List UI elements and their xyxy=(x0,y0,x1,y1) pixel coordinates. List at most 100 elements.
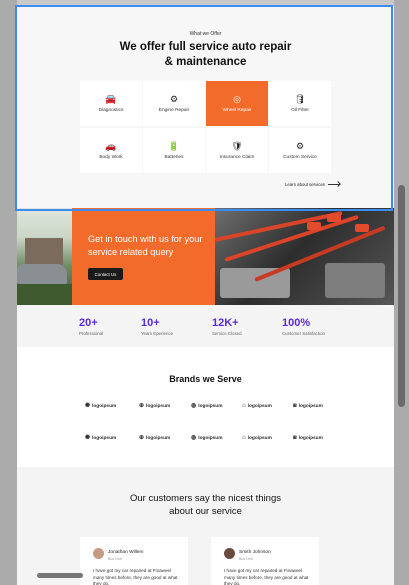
stat-professional: 20+ Professional xyxy=(79,317,103,336)
stat-satisfaction: 100% Customer Satisfaction xyxy=(282,317,325,336)
brand-logo: ◍ logoipsum xyxy=(191,403,223,409)
arrow-right-icon xyxy=(327,184,340,185)
services-grid: 🚘 Diagnostics ⚙ Engine Repair ◎ Wheel Re… xyxy=(80,81,332,174)
brand-logo-text: logoipsum xyxy=(247,403,272,409)
stat-caption: Years Eperience xyxy=(141,331,174,336)
contact-card: Get in touch with us for your service re… xyxy=(72,208,215,305)
service-card-engine-repair[interactable]: ⚙ Engine Repair xyxy=(143,81,205,126)
brand-logo-text: logoipsum xyxy=(198,435,223,441)
stat-experience: 10+ Years Eperience xyxy=(141,317,173,336)
section-title: We offer full service auto repair & main… xyxy=(17,40,394,69)
stats-section: 20+ Professional 10+ Years Eperience 12K… xyxy=(17,305,394,347)
shield-icon: 🛡 xyxy=(231,141,243,151)
car-body-icon: 🚗 xyxy=(105,141,117,151)
service-label: Diagnostics xyxy=(98,108,124,113)
stat-caption: Customer Satisfaction xyxy=(282,331,325,336)
page: What we Offer We offer full service auto… xyxy=(17,0,394,585)
brand-logo: ◙ logoipsum xyxy=(293,403,323,409)
testimonial-name: Smith Johnson xyxy=(239,550,271,555)
photo-engine-part xyxy=(325,263,385,298)
brand-mark-icon: ◙ xyxy=(293,403,297,409)
service-label: Custom Service xyxy=(283,155,317,160)
engine-icon: ⚙ xyxy=(169,94,179,104)
battery-icon: 🔋 xyxy=(168,141,180,151)
photo-clamp xyxy=(307,222,321,230)
brand-mark-icon: ⌂ xyxy=(242,435,246,441)
service-label: Oil Filter xyxy=(291,108,309,113)
service-card-custom-service[interactable]: ⚙ Custom Service xyxy=(269,128,331,173)
learn-more-link[interactable]: Learn about services xyxy=(285,182,340,187)
avatar xyxy=(93,548,104,559)
photo-engine-part xyxy=(220,268,290,298)
brand-mark-icon: ◍ xyxy=(191,435,197,441)
photo-house xyxy=(25,238,63,266)
stat-caption: Professional xyxy=(79,331,104,336)
brands-title: Brands we Serve xyxy=(169,374,242,384)
brand-mark-icon: ⌂ xyxy=(242,403,246,409)
garage-photo xyxy=(17,208,72,305)
testimonials-title-line1: Our customers say the nicest things xyxy=(129,493,281,504)
stat-value: 12K+ xyxy=(212,317,239,329)
wheel-icon: ◎ xyxy=(233,94,241,104)
services-section: What we Offer We offer full service auto… xyxy=(17,6,394,208)
testimonials-section: Our customers say the nicest things abou… xyxy=(17,467,394,585)
gear-icon: ⚙ xyxy=(295,141,305,151)
service-label: Engine Repair xyxy=(158,108,190,113)
brand-logo-text: logoipsum xyxy=(146,435,171,441)
service-label: Body Work xyxy=(99,155,123,160)
photo-clamp xyxy=(327,214,341,222)
avatar xyxy=(224,548,235,559)
service-card-batteries[interactable]: 🔋 Batteries xyxy=(143,128,205,173)
service-card-body-work[interactable]: 🚗 Body Work xyxy=(80,128,142,173)
stat-value: 100% xyxy=(282,317,311,329)
stat-service-closed: 12K+ Service Closed xyxy=(212,317,242,336)
service-card-diagnostics[interactable]: 🚘 Diagnostics xyxy=(80,81,142,126)
stat-value: 20+ xyxy=(79,317,98,329)
brand-logo: ◍ logoipsum xyxy=(191,435,223,441)
brand-logo: ✺ logoipsum xyxy=(85,403,116,409)
contact-title: Get in touch with us for your service re… xyxy=(88,234,203,257)
testimonial-quote: I have got my car repaired at Finaweel m… xyxy=(224,568,309,585)
service-label: Wheel Repair xyxy=(222,108,252,113)
brand-mark-icon: ◍ xyxy=(191,403,197,409)
photo-grass xyxy=(17,284,72,305)
service-label: Batteries xyxy=(164,155,184,160)
brand-logo: ⌂ logoipsum xyxy=(242,435,272,441)
brand-logo: ✺ logoipsum xyxy=(85,435,116,441)
brand-logo-text: logoipsum xyxy=(298,403,323,409)
brand-mark-icon: ⊕ xyxy=(139,403,145,409)
testimonial-role: Bus Unit xyxy=(239,557,253,561)
section-kicker: What we Offer xyxy=(189,31,222,37)
brand-mark-icon: ✺ xyxy=(85,403,91,409)
service-card-insurance-claim[interactable]: 🛡 Insurance Claim xyxy=(206,128,268,173)
testimonials-title: Our customers say the nicest things abou… xyxy=(17,492,394,518)
service-card-wheel-repair[interactable]: ◎ Wheel Repair xyxy=(206,81,268,126)
brand-logo-text: logoipsum xyxy=(146,403,171,409)
brand-mark-icon: ⊕ xyxy=(139,435,145,441)
learn-more-label: Learn about services xyxy=(285,182,325,187)
brand-mark-icon: ◙ xyxy=(293,435,297,441)
brand-logo-text: logoipsum xyxy=(92,435,117,441)
service-label: Insurance Claim xyxy=(219,155,255,160)
oil-can-icon: 🛢 xyxy=(294,94,306,104)
horizontal-scrollbar[interactable] xyxy=(37,573,83,578)
brands-section: Brands we Serve ✺ logoipsum ⊕ logoipsum ◍ l… xyxy=(17,347,394,467)
photo-clamp xyxy=(355,224,369,232)
vertical-scrollbar[interactable] xyxy=(398,185,405,407)
brand-mark-icon: ✺ xyxy=(85,435,91,441)
brand-logo-text: logoipsum xyxy=(247,435,272,441)
testimonial-card: Smith Johnson Bus Unit I have got my car… xyxy=(211,537,319,585)
section-title-line1: We offer full service auto repair xyxy=(119,41,292,53)
brand-logo: ⊕ logoipsum xyxy=(139,435,170,441)
testimonial-quote: I have got my car repaired at Finaweel m… xyxy=(93,568,178,585)
testimonial-name: Jonathan Willem xyxy=(108,550,144,555)
testimonial-role: Bus Unit xyxy=(108,557,122,561)
brand-logo-text: logoipsum xyxy=(298,435,323,441)
testimonials-title-line2: about our service xyxy=(169,506,242,517)
contact-us-button[interactable]: Contact Us xyxy=(88,268,123,280)
car-diagnostics-icon: 🚘 xyxy=(105,94,117,104)
brand-logo-text: logoipsum xyxy=(198,403,223,409)
contact-banner: Get in touch with us for your service re… xyxy=(17,208,394,305)
service-card-oil-filter[interactable]: 🛢 Oil Filter xyxy=(269,81,331,126)
jumper-cables-photo xyxy=(215,208,394,305)
